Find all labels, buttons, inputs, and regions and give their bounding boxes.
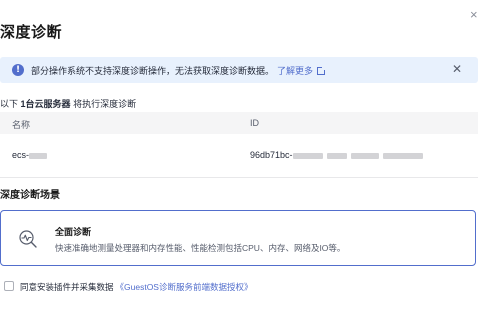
server-name: ecs- <box>12 150 30 160</box>
deep-diagnosis-dialog: 深度诊断 × ! 部分操作系统不支持深度诊断操作，无法获取深度诊断数据。 了解更多… <box>0 0 480 320</box>
info-alert: ! 部分操作系统不支持深度诊断操作，无法获取深度诊断数据。 了解更多 ✕ <box>0 57 478 83</box>
server-table: 名称 ID ecs- 96db71bc- <box>0 112 478 178</box>
alert-message: 部分操作系统不支持深度诊断操作，无法获取深度诊断数据。 了解更多 <box>31 64 327 77</box>
agreement-link[interactable]: 《GuestOS诊断服务前端数据授权》 <box>116 282 253 292</box>
external-link-icon <box>317 66 327 75</box>
server-count-prefix: 以下 <box>0 99 19 109</box>
alert-text: 部分操作系统不支持深度诊断操作，无法获取深度诊断数据。 <box>31 66 275 76</box>
server-count-suffix: 将执行深度诊断 <box>73 99 137 109</box>
server-count: 1台云服务器 <box>20 99 71 109</box>
redacted-mask <box>292 152 323 159</box>
dialog-title: 深度诊断 <box>0 24 63 41</box>
card-description: 快速准确地测量处理器和内存性能、性能检测包括CPU、内存、网络及IO等。 <box>55 243 346 253</box>
column-header-name: 名称 <box>12 120 31 130</box>
server-name-cell: ecs- <box>12 150 48 160</box>
server-count-text: 以下 1台云服务器 将执行深度诊断 <box>0 97 136 110</box>
card-title: 全面诊断 <box>55 227 92 237</box>
table-row: ecs- 96db71bc- <box>0 134 478 178</box>
scenario-section-title: 深度诊断场景 <box>0 190 60 201</box>
server-id-cell: 96db71bc- <box>250 150 423 160</box>
redacted-mask <box>350 152 379 159</box>
alert-close-icon[interactable]: ✕ <box>452 62 462 76</box>
learn-more-label: 了解更多 <box>277 66 314 76</box>
redacted-mask <box>382 152 423 159</box>
redacted-mask <box>326 152 347 159</box>
redacted-mask <box>29 152 48 159</box>
column-header-id: ID <box>250 118 259 128</box>
learn-more-link[interactable]: 了解更多 <box>277 66 327 76</box>
agree-label: 同意安装插件并采集数据 <box>20 282 114 292</box>
full-diagnosis-card[interactable]: 全面诊断 快速准确地测量处理器和内存性能、性能检测包括CPU、内存、网络及IO等… <box>0 210 476 266</box>
agree-checkbox[interactable] <box>4 281 14 291</box>
table-header: 名称 ID <box>0 112 478 134</box>
close-icon[interactable]: × <box>470 8 478 22</box>
info-icon: ! <box>12 64 24 76</box>
server-id: 96db71bc- <box>250 150 293 160</box>
agree-text: 同意安装插件并采集数据 《GuestOS诊断服务前端数据授权》 <box>20 281 252 293</box>
diagnosis-magnifier-icon <box>19 230 37 248</box>
